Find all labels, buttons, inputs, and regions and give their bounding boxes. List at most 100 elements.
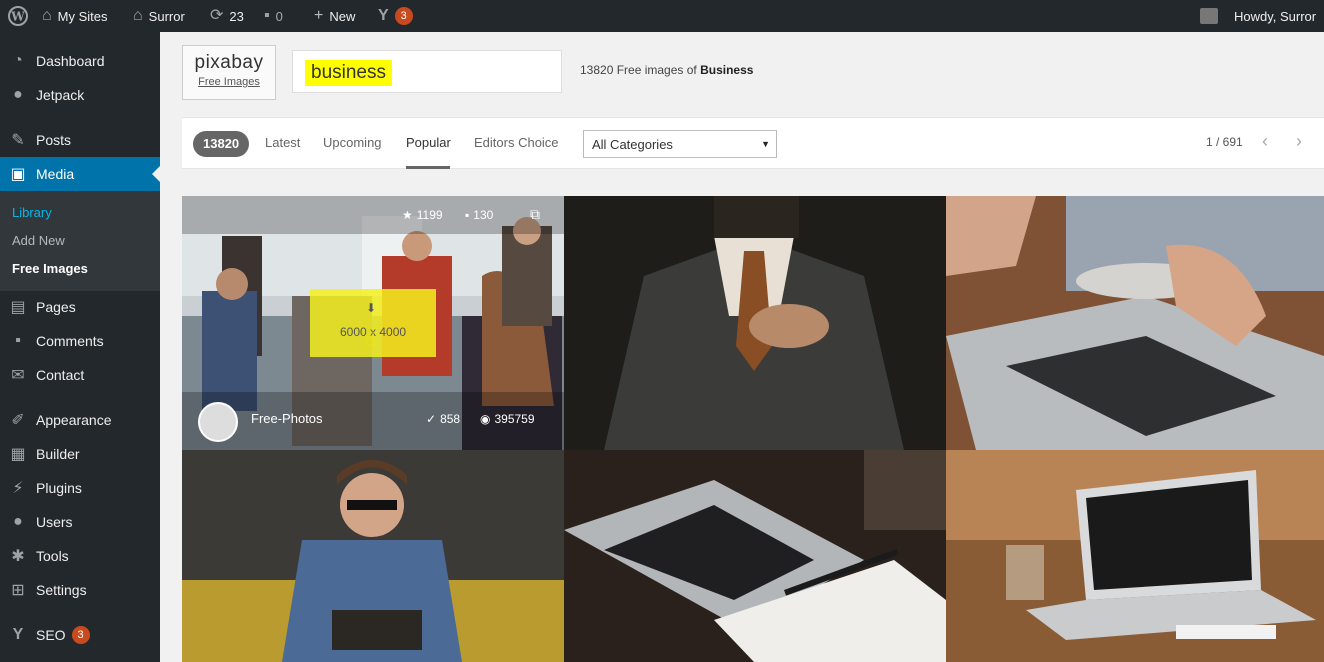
businessman-suit-photo — [564, 196, 946, 450]
menu-media[interactable]: ▣ Media — [0, 157, 160, 191]
image-tile[interactable] — [946, 196, 1324, 450]
menu-label: Dashboard — [36, 53, 105, 69]
page-indicator: 1 / 691 — [1206, 135, 1243, 149]
menu-label: Plugins — [36, 480, 82, 496]
menu-pages[interactable]: ▤ Pages — [0, 290, 160, 324]
external-link-icon[interactable]: ⧉ — [530, 206, 540, 223]
image-tile[interactable]: ★ 1199 ▪ 130 ⧉ ⬇ 6000 x 4000 ☝ Free-Photos… — [182, 196, 564, 450]
updates-menu[interactable]: ⟳ 23 — [210, 0, 244, 32]
updates-icon: ⟳ — [210, 7, 224, 24]
wrench-icon: ✱ — [11, 548, 25, 565]
media-submenu: Library Add New Free Images — [0, 191, 160, 291]
tile-top-overlay — [182, 196, 564, 234]
thumbs-up-icon: ✓ — [426, 412, 437, 426]
menu-label: Comments — [36, 333, 104, 349]
tab-popular[interactable]: Popular — [406, 135, 451, 150]
image-tile[interactable] — [182, 450, 564, 662]
eye-icon: ◉ — [480, 412, 491, 426]
search-input[interactable]: business — [292, 50, 562, 93]
new-label: New — [329, 8, 356, 24]
menu-seo[interactable]: Y SEO 3 — [0, 618, 160, 652]
seo-badge: 3 — [71, 626, 90, 644]
count-badge: 13820 — [193, 131, 250, 157]
yoast-menu[interactable]: Y 3 — [378, 0, 413, 32]
submenu-library[interactable]: Library — [12, 205, 52, 220]
image-tile[interactable] — [564, 196, 946, 450]
tab-editors-choice[interactable]: Editors Choice — [474, 135, 559, 150]
comments-count: 0 — [275, 8, 283, 24]
yoast-icon: Y — [378, 7, 389, 24]
yoast-badge: 3 — [394, 7, 413, 25]
comments-menu[interactable]: ▪ 0 — [264, 0, 283, 32]
menu-label: Contact — [36, 367, 85, 383]
builder-icon: ▦ — [10, 446, 26, 463]
avatar[interactable] — [198, 402, 238, 442]
mail-icon: ✉ — [11, 367, 25, 384]
category-value: All Categories — [592, 137, 673, 152]
menu-users[interactable]: ● Users — [0, 505, 160, 539]
brush-icon: ✐ — [11, 412, 25, 429]
menu-label: Tools — [36, 548, 69, 564]
tab-latest[interactable]: Latest — [265, 135, 300, 150]
admin-sidebar: ◔ Dashboard ● Jetpack ✎ Posts ▣ Media Librar… — [0, 32, 160, 662]
views-count: 395759 — [494, 412, 535, 426]
image-tile[interactable] — [564, 450, 946, 662]
new-content-menu[interactable]: + New — [314, 0, 355, 32]
category-select[interactable]: All Categories ▼ — [583, 130, 777, 158]
media-icon: ▣ — [10, 166, 26, 183]
uploader-name[interactable]: Free-Photos — [251, 411, 323, 426]
menu-tools[interactable]: ✱ Tools — [0, 539, 160, 573]
young-man-writing-photo — [182, 450, 564, 662]
tab-upcoming[interactable]: Upcoming — [323, 135, 382, 150]
macbook-table-photo — [946, 450, 1324, 662]
likes-count: 858 — [440, 412, 461, 426]
plus-icon: + — [314, 7, 324, 24]
submenu-add-new[interactable]: Add New — [12, 233, 65, 248]
active-tab-underline — [406, 166, 450, 169]
my-sites-label: My Sites — [57, 8, 108, 24]
menu-contact[interactable]: ✉ Contact — [0, 358, 160, 392]
menu-label: Jetpack — [36, 87, 85, 103]
phone-laptop-photo — [946, 196, 1324, 450]
menu-label: SEO — [36, 627, 66, 643]
menu-plugins[interactable]: ⚡ Plugins — [0, 471, 160, 505]
my-sites-menu[interactable]: ⌂ My Sites — [42, 0, 108, 32]
menu-label: Appearance — [36, 412, 112, 428]
menu-label: Posts — [36, 132, 72, 148]
menu-appearance[interactable]: ✐ Appearance — [0, 403, 160, 437]
result-info: 13820 Free images of Business — [580, 63, 753, 77]
updates-count: 23 — [229, 8, 244, 24]
pixabay-logo[interactable]: pixabay Free Images — [182, 45, 276, 100]
dashboard-icon: ◔ — [13, 52, 23, 69]
filter-tabbar: 13820 Latest Upcoming Popular Editors Ch… — [182, 117, 1324, 169]
menu-label: Builder — [36, 446, 80, 462]
menu-comments[interactable]: ▪ Comments — [0, 324, 160, 358]
wordpress-logo[interactable]: W — [8, 0, 28, 32]
next-page-icon[interactable]: › — [1296, 131, 1302, 152]
menu-dashboard[interactable]: ◔ Dashboard — [0, 44, 160, 78]
result-prefix: 13820 Free images of — [580, 63, 697, 77]
logo-subtitle-link[interactable]: Free Images — [183, 76, 275, 88]
hand-cursor-icon: ☝ — [365, 329, 376, 349]
views-stat: ◉ 395759 — [480, 412, 535, 426]
menu-posts[interactable]: ✎ Posts — [0, 123, 160, 157]
menu-settings[interactable]: ⊞ Settings — [0, 573, 160, 607]
site-name-label: Surror — [148, 8, 185, 24]
jetpack-icon: ● — [13, 86, 23, 103]
favorites-count: 1199 — [416, 208, 443, 222]
download-icon: ⬇ — [366, 301, 377, 315]
image-tile[interactable] — [946, 450, 1324, 662]
svg-text:W: W — [10, 10, 25, 24]
site-name-menu[interactable]: ⌂ Surror — [133, 0, 185, 32]
favorites-stat: ★ 1199 — [402, 208, 443, 222]
menu-builder[interactable]: ▦ Builder — [0, 437, 160, 471]
prev-page-icon[interactable]: ‹ — [1262, 131, 1268, 152]
comment-icon: ▪ — [465, 208, 470, 222]
submenu-free-images[interactable]: Free Images — [12, 261, 88, 276]
menu-jetpack[interactable]: ● Jetpack — [0, 78, 160, 112]
menu-label: Users — [36, 514, 73, 530]
comment-icon: ▪ — [15, 332, 21, 349]
comment-bubble-icon: ▪ — [264, 7, 270, 24]
search-value: business — [305, 60, 392, 86]
account-menu[interactable]: Howdy, Surror — [1200, 0, 1316, 32]
